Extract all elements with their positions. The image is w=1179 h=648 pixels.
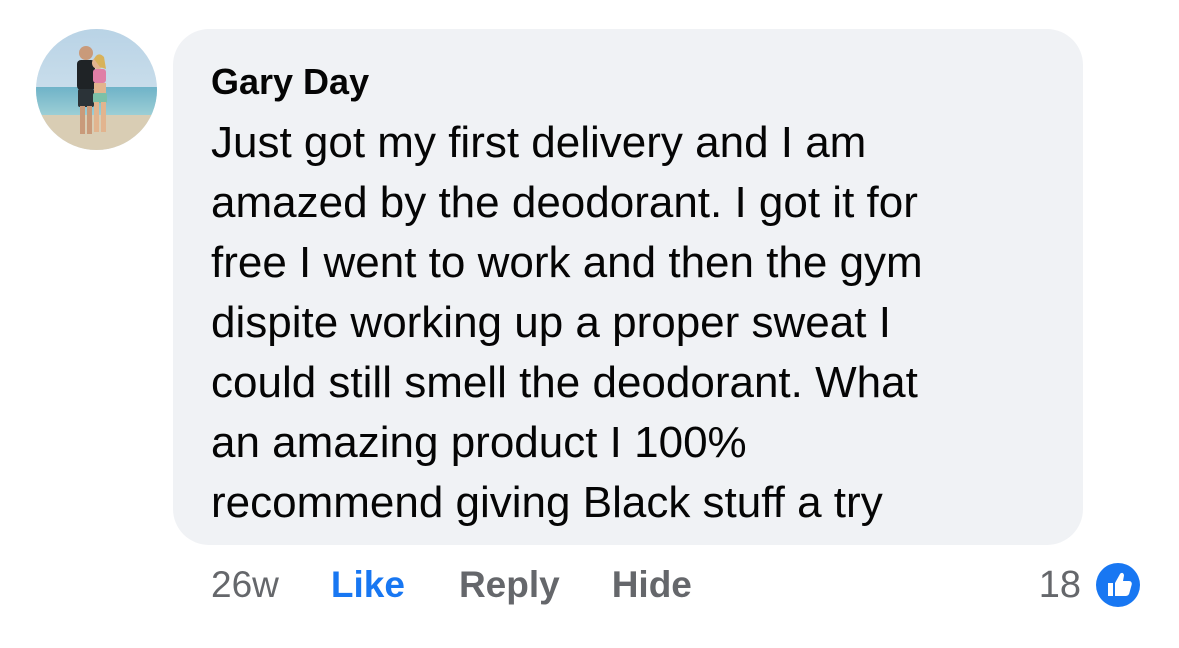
reaction-count: 18 <box>1038 563 1081 606</box>
comment-text-line: Just got my first delivery and I am <box>211 118 867 167</box>
comment-text-line: free I went to work and then the gym <box>211 238 923 287</box>
comment-text-line: could still smell the deodorant. What <box>211 358 918 407</box>
comment-text-line: an amazing product I 100% <box>211 418 747 467</box>
like-button[interactable]: Like <box>331 564 405 606</box>
avatar[interactable] <box>36 29 157 150</box>
thumbs-up-icon <box>1093 560 1143 610</box>
comment-text-line: amazed by the deodorant. I got it for <box>211 178 918 227</box>
comment-text-line: dispite working up a proper sweat I <box>211 298 891 347</box>
comment-text: Just got my first delivery and I am amaz… <box>211 113 1045 533</box>
comment-text-line: recommend giving Black stuff a try <box>211 478 883 527</box>
reaction-summary[interactable]: 18 <box>1039 557 1143 613</box>
comment-timestamp[interactable]: 26w <box>211 564 279 606</box>
reply-button[interactable]: Reply <box>459 564 560 606</box>
comment-actions: 26w Like Reply Hide <box>211 562 692 608</box>
hide-button[interactable]: Hide <box>612 564 692 606</box>
comment-author[interactable]: Gary Day <box>211 61 1045 103</box>
comment-bubble: Gary Day Just got my first delivery and … <box>173 29 1083 545</box>
avatar-photo <box>36 29 157 150</box>
